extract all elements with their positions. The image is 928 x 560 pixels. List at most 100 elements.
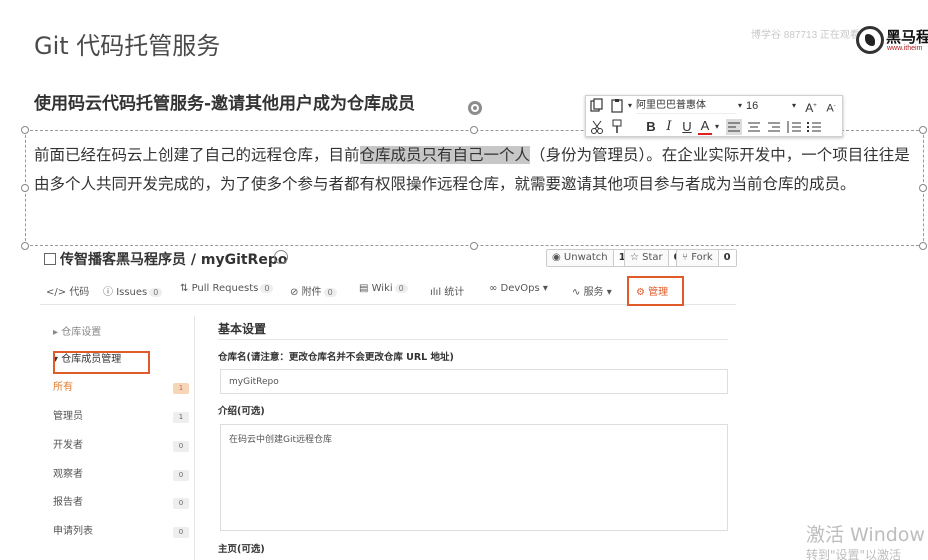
intro-label: 介绍(可选): [218, 406, 265, 417]
repo-screenshot: 传智播客黑马程序员 / myGitRepo ◉ Unwatch 1 ☆ Star…: [40, 245, 740, 560]
resize-handle[interactable]: [919, 126, 927, 134]
tab-wiki-label: Wiki: [371, 283, 393, 294]
tab-services[interactable]: ∿ 服务 ▾: [572, 283, 612, 298]
resize-handle[interactable]: [919, 242, 927, 250]
sidebar-item-label: 所有: [53, 382, 73, 393]
chevron-down-icon[interactable]: ▾: [626, 98, 634, 114]
fork-count: 0: [717, 250, 736, 266]
highlight-box-manage: [627, 276, 684, 306]
gear-icon[interactable]: [274, 250, 288, 264]
repo-name-label: 仓库名(请注意：更改仓库名并不会更改仓库 URL 地址): [218, 352, 454, 363]
numbered-list-icon[interactable]: [806, 119, 822, 135]
repo-name-input[interactable]: myGitRepo: [220, 369, 728, 394]
resize-handle[interactable]: [21, 184, 29, 192]
tab-pull-requests[interactable]: ⇅ Pull Requests 0: [180, 283, 274, 294]
tab-wiki[interactable]: ▤ Wiki 0: [359, 283, 408, 294]
copy-format-icon[interactable]: [590, 98, 604, 114]
sidebar-item-observers[interactable]: 观察者: [53, 466, 83, 484]
windows-activation-hint: 转到"设置"以激活: [806, 548, 902, 560]
watch-label: ◉ Unwatch: [552, 252, 608, 263]
logo-mark-icon: [856, 26, 884, 54]
selected-text-highlight[interactable]: 仓库成员只有自己一个人: [359, 146, 531, 164]
tab-devops-label: DevOps ▾: [500, 283, 548, 294]
resize-handle[interactable]: [21, 242, 29, 250]
sidebar-item-label: 报告者: [53, 497, 83, 508]
align-center-icon[interactable]: [746, 119, 762, 135]
chevron-down-icon[interactable]: ▾: [790, 98, 798, 114]
font-family-select[interactable]: 阿里巴巴普惠体: [636, 98, 736, 114]
watermark-text: 博学谷 887713 正在观看: [751, 30, 860, 41]
sidebar-item-admins[interactable]: 管理员: [53, 408, 83, 426]
member-count-badge: 0: [173, 527, 189, 538]
sidebar-item-label: 申请列表: [53, 526, 93, 537]
sidebar-item-applications[interactable]: 申请列表: [53, 523, 93, 541]
tab-issues[interactable]: ⓘ Issues 0: [103, 283, 163, 298]
align-left-icon[interactable]: [726, 119, 742, 135]
member-count-badge: 0: [173, 441, 189, 452]
tab-stats-label: 统计: [444, 287, 465, 298]
sidebar-item-repo-settings[interactable]: ▸ 仓库设置: [53, 324, 101, 342]
tab-pr-label: Pull Requests: [191, 283, 259, 294]
body-paragraph[interactable]: 前面已经在码云上创建了自己的远程仓库，目前仓库成员只有自己一个人（身份为管理员）…: [34, 141, 919, 199]
sidebar-item-label: 开发者: [53, 440, 83, 451]
italic-button[interactable]: I: [662, 119, 676, 135]
sidebar-item-label: 管理员: [53, 411, 83, 422]
tab-stats[interactable]: ılıl 统计: [430, 283, 464, 298]
watch-label-text: Unwatch: [563, 252, 608, 263]
homepage-label: 主页(可选): [218, 544, 265, 555]
sidebar-settings-label: 仓库设置: [61, 327, 102, 338]
intro-textarea[interactable]: 在码云中创建Git远程仓库: [220, 424, 728, 531]
grow-font-button[interactable]: A+: [802, 98, 820, 115]
member-count-badge: 1: [173, 383, 189, 394]
tab-services-label: 服务 ▾: [583, 287, 612, 298]
floating-format-toolbar: ▾ 阿里巴巴普惠体 ▾ 16 ▾ A+ A- B I U A ▾: [585, 95, 843, 137]
windows-activation-title: 激活 Window: [806, 524, 925, 546]
sidebar-item-reporters[interactable]: 报告者: [53, 494, 83, 512]
tab-code[interactable]: </> 代码: [46, 283, 89, 298]
star-label: ☆ Star: [630, 252, 663, 263]
line-spacing-icon[interactable]: [786, 119, 802, 135]
tab-wiki-count: 0: [394, 284, 408, 293]
cut-icon[interactable]: [590, 119, 604, 135]
fork-label-text: Fork: [691, 252, 713, 263]
sidebar-item-developers[interactable]: 开发者: [53, 437, 83, 455]
slide-title: Git 代码托管服务: [34, 32, 221, 60]
tab-code-label: 代码: [69, 287, 90, 298]
repo-title[interactable]: 传智播客黑马程序员 / myGitRepo: [44, 249, 287, 269]
member-count-badge: 1: [173, 412, 189, 423]
highlight-box-members: [53, 351, 150, 374]
resize-handle[interactable]: [470, 126, 478, 134]
shrink-font-button[interactable]: A-: [822, 98, 840, 115]
repo-icon: [44, 253, 56, 265]
logo-url-text: www.itheim: [887, 45, 923, 52]
tab-attachments-label: 附件: [301, 287, 322, 298]
font-size-select[interactable]: 16: [746, 98, 786, 114]
resize-handle[interactable]: [21, 126, 29, 134]
chevron-down-icon[interactable]: ▾: [713, 119, 721, 135]
tab-attachments[interactable]: ⊘ 附件 0: [290, 283, 337, 298]
chevron-down-icon[interactable]: ▾: [736, 98, 744, 114]
repo-name-value: myGitRepo: [229, 377, 279, 387]
font-color-button[interactable]: A: [698, 119, 712, 135]
resize-handle[interactable]: [919, 184, 927, 192]
format-painter-icon[interactable]: [610, 119, 624, 135]
brand-logo: 黑马程 www.itheim: [856, 24, 928, 56]
font-color-glyph: A: [700, 118, 710, 133]
align-right-icon[interactable]: [766, 119, 782, 135]
section-heading: 基本设置: [218, 322, 267, 336]
rotate-handle-icon[interactable]: [468, 101, 482, 115]
fork-button[interactable]: ⑂ Fork 0: [676, 249, 737, 267]
paragraph-text: 前面已经在码云上创建了自己的远程仓库，目前: [34, 146, 360, 164]
tab-issues-count: 0: [149, 288, 163, 297]
bold-button[interactable]: B: [644, 119, 658, 135]
tab-issues-label: Issues: [116, 287, 148, 298]
watch-button[interactable]: ◉ Unwatch 1: [546, 249, 632, 267]
shrink-font-glyph: A: [826, 102, 834, 115]
tab-pr-count: 0: [260, 284, 274, 293]
tab-attachments-count: 0: [323, 288, 337, 297]
underline-button[interactable]: U: [680, 119, 694, 135]
paste-icon[interactable]: [610, 98, 624, 114]
member-count-badge: 0: [173, 470, 189, 481]
tab-devops[interactable]: ∞ DevOps ▾: [489, 283, 548, 294]
sidebar-item-all[interactable]: 所有: [53, 379, 73, 397]
